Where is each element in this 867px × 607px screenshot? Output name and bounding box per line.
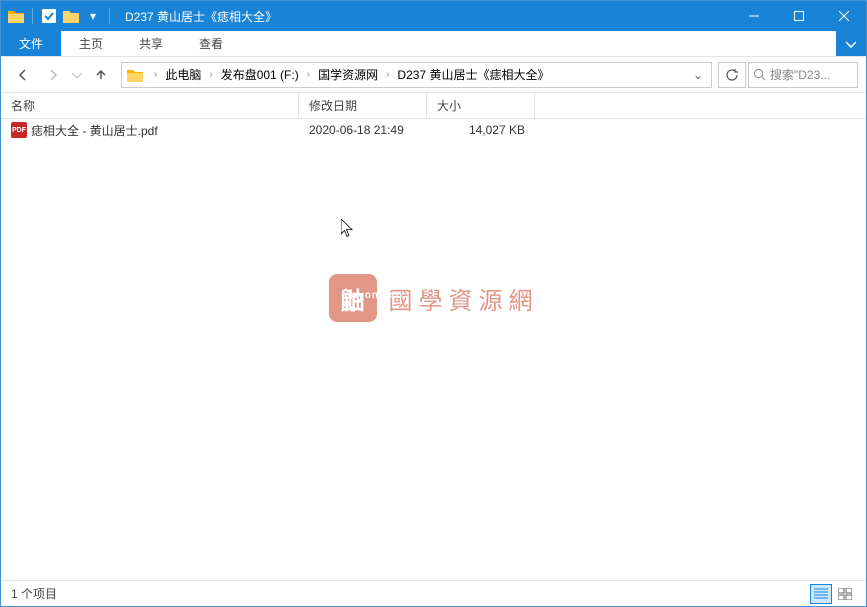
search-input[interactable]: 搜索"D23...	[748, 62, 858, 88]
folder-icon-2[interactable]	[62, 7, 80, 25]
file-date: 2020-06-18 21:49	[299, 123, 427, 137]
crumb-pc[interactable]: 此电脑	[161, 64, 205, 85]
pdf-icon: PDF	[11, 122, 27, 138]
crumb-drive[interactable]: 发布盘001 (F:)	[217, 64, 303, 85]
file-list: PDF 痣相大全 - 黄山居士.pdf 2020-06-18 21:49 14,…	[1, 119, 866, 580]
ribbon-tabs: 文件 主页 共享 查看	[1, 31, 866, 57]
file-size: 14,027 KB	[427, 123, 535, 137]
checkbox-icon[interactable]	[40, 7, 58, 25]
address-box[interactable]: › 此电脑 › 发布盘001 (F:) › 国学资源网 › D237 黄山居士《…	[121, 62, 712, 88]
file-tab[interactable]: 文件	[1, 31, 61, 56]
chevron-down-icon[interactable]: ⌄	[689, 68, 707, 82]
chevron-right-icon[interactable]: ›	[209, 69, 212, 80]
chevron-right-icon[interactable]: ›	[154, 69, 157, 80]
addressbar: › 此电脑 › 发布盘001 (F:) › 国学资源网 › D237 黄山居士《…	[1, 57, 866, 93]
search-placeholder: 搜索"D23...	[770, 66, 830, 83]
minimize-button[interactable]	[731, 1, 776, 31]
columns-header: 名称 修改日期 大小	[1, 93, 866, 119]
watermark: 鼬 nayona.cn 國學資源網	[329, 274, 539, 322]
maximize-button[interactable]	[776, 1, 821, 31]
column-size[interactable]: 大小	[427, 93, 535, 118]
breadcrumb: › 此电脑 › 发布盘001 (F:) › 国学资源网 › D237 黄山居士《…	[150, 64, 553, 85]
crumb-folder2[interactable]: D237 黄山居士《痣相大全》	[393, 64, 553, 85]
folder-icon	[7, 7, 25, 25]
folder-icon	[126, 68, 144, 82]
window-title: D237 黄山居士《痣相大全》	[119, 8, 731, 25]
quick-access-toolbar: ▾	[1, 7, 119, 25]
chevron-right-icon[interactable]: ›	[307, 69, 310, 80]
close-button[interactable]	[821, 1, 866, 31]
column-name[interactable]: 名称	[1, 93, 299, 118]
ribbon-expand-button[interactable]	[836, 31, 866, 56]
view-icons-button[interactable]	[834, 584, 856, 604]
view-details-button[interactable]	[810, 584, 832, 604]
tab-home[interactable]: 主页	[61, 31, 121, 56]
overflow-icon[interactable]: ▾	[84, 7, 102, 25]
recent-dropdown[interactable]	[69, 61, 85, 89]
forward-button[interactable]	[39, 61, 67, 89]
watermark-text: 國學資源網	[389, 281, 539, 316]
up-button[interactable]	[87, 61, 115, 89]
crumb-folder1[interactable]: 国学资源网	[314, 64, 382, 85]
tab-share[interactable]: 共享	[121, 31, 181, 56]
tab-view[interactable]: 查看	[181, 31, 241, 56]
cursor-icon	[341, 219, 355, 239]
file-name: 痣相大全 - 黄山居士.pdf	[31, 122, 158, 139]
chevron-right-icon[interactable]: ›	[386, 69, 389, 80]
refresh-button[interactable]	[718, 62, 746, 88]
item-count: 1 个项目	[11, 585, 57, 602]
search-icon	[753, 68, 766, 81]
back-button[interactable]	[9, 61, 37, 89]
column-date[interactable]: 修改日期	[299, 93, 427, 118]
statusbar: 1 个项目	[1, 580, 866, 606]
window-controls	[731, 1, 866, 31]
watermark-badge: 鼬 nayona.cn	[329, 274, 377, 322]
titlebar: ▾ D237 黄山居士《痣相大全》	[1, 1, 866, 31]
file-row[interactable]: PDF 痣相大全 - 黄山居士.pdf 2020-06-18 21:49 14,…	[1, 119, 866, 141]
